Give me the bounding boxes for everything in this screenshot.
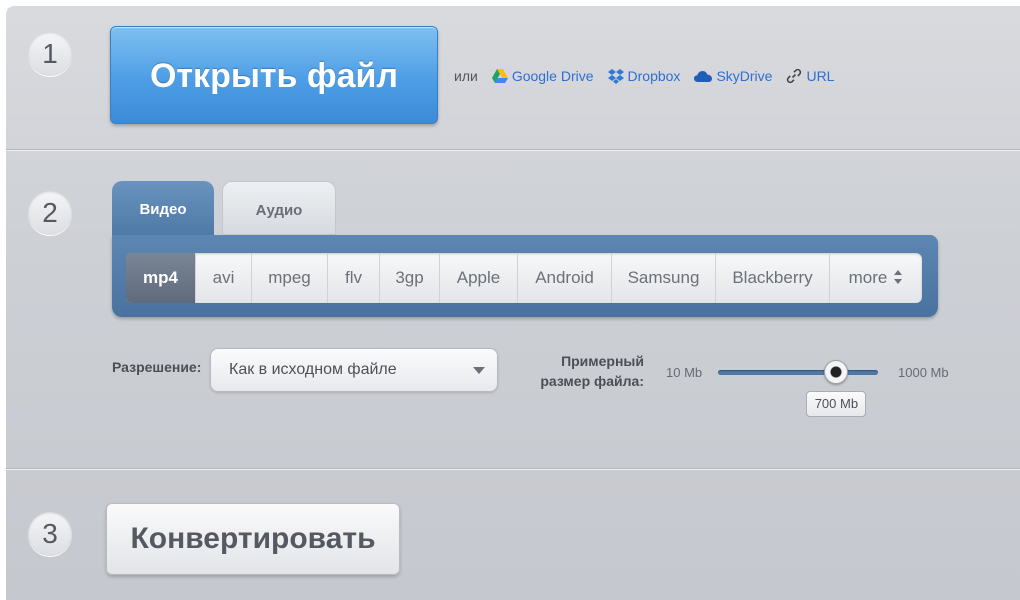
format-more-label: more	[848, 268, 888, 287]
open-file-button[interactable]: Открыть файл	[110, 26, 438, 124]
google-drive-label: Google Drive	[511, 68, 594, 84]
file-size-label: Примерный размер файла:	[534, 351, 644, 391]
step-number-3: 3	[28, 512, 72, 556]
resolution-label: Разрешение:	[112, 359, 202, 375]
format-apple[interactable]: Apple	[440, 253, 518, 303]
tab-video[interactable]: Видео	[112, 181, 214, 235]
or-label: или	[454, 68, 478, 84]
format-samsung[interactable]: Samsung	[612, 253, 716, 303]
tab-audio[interactable]: Аудио	[222, 181, 336, 235]
slider-handle[interactable]	[824, 360, 849, 384]
url-link[interactable]: URL	[786, 68, 834, 84]
skydrive-icon	[694, 71, 713, 82]
format-blackberry[interactable]: Blackberry	[716, 253, 830, 303]
file-size-max: 1000 Mb	[898, 365, 949, 380]
dropbox-label: Dropbox	[627, 68, 681, 84]
format-more[interactable]: more	[830, 253, 922, 303]
step-number-1: 1	[28, 32, 72, 76]
dropbox-link[interactable]: Dropbox	[607, 68, 681, 84]
format-3gp[interactable]: 3gp	[380, 253, 440, 303]
format-flv[interactable]: flv	[328, 253, 380, 303]
step-open-file: 1 Открыть файл или Google Drive Dropbox …	[6, 6, 1020, 150]
link-icon	[787, 68, 802, 84]
file-size-min: 10 Mb	[666, 365, 703, 380]
skydrive-link[interactable]: SkyDrive	[694, 68, 772, 84]
slider-value-tooltip: 700 Mb	[806, 391, 867, 417]
step-number-2: 2	[28, 191, 72, 235]
chevron-down-icon	[473, 367, 485, 374]
step-convert: 3 Конвертировать	[6, 470, 1020, 600]
google-drive-link[interactable]: Google Drive	[491, 68, 594, 84]
google-drive-icon	[491, 69, 508, 83]
up-down-arrows-icon	[894, 269, 903, 284]
file-size-slider[interactable]	[718, 370, 878, 375]
format-avi[interactable]: avi	[196, 253, 252, 303]
dropbox-icon	[607, 68, 624, 84]
file-size-label-line1: Примерный	[561, 353, 644, 369]
format-bar: mp4 avi mpeg flv 3gp Apple Android Samsu…	[112, 235, 938, 317]
resolution-value: Как в исходном файле	[229, 361, 397, 378]
step-format: 2 Видео Аудио mp4 avi mpeg flv 3gp Apple…	[6, 151, 1020, 469]
file-sources: или Google Drive Dropbox SkyDrive URL	[454, 68, 834, 84]
converter-panel: 1 Открыть файл или Google Drive Dropbox …	[6, 6, 1020, 600]
url-label: URL	[806, 68, 835, 84]
convert-button[interactable]: Конвертировать	[106, 503, 400, 575]
skydrive-label: SkyDrive	[716, 68, 773, 84]
format-mp4[interactable]: mp4	[126, 253, 196, 303]
format-list: mp4 avi mpeg flv 3gp Apple Android Samsu…	[126, 253, 922, 303]
resolution-select[interactable]: Как в исходном файле	[210, 348, 498, 392]
file-size-label-line2: размер файла:	[540, 373, 644, 389]
format-mpeg[interactable]: mpeg	[252, 253, 328, 303]
format-android[interactable]: Android	[518, 253, 612, 303]
